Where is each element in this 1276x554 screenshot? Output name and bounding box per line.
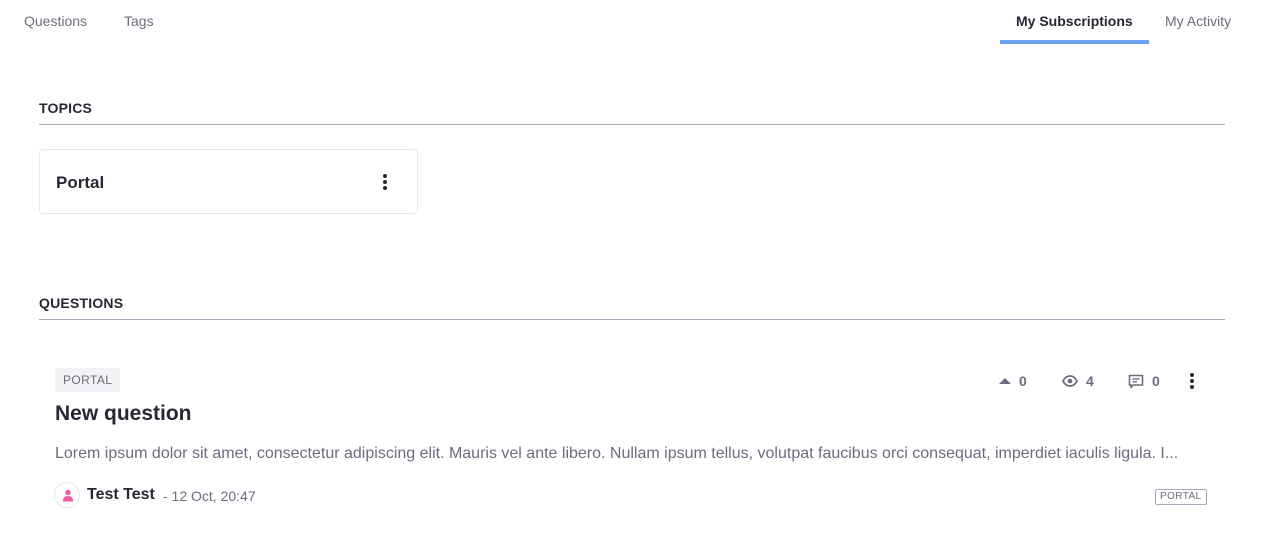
active-tab-indicator xyxy=(1000,40,1149,44)
topics-divider xyxy=(39,124,1225,125)
votes-stat[interactable]: 0 xyxy=(999,372,1027,390)
tab-questions[interactable]: Questions xyxy=(24,13,87,29)
topic-name: Portal xyxy=(56,173,105,192)
votes-count: 0 xyxy=(1019,373,1027,389)
answers-count: 0 xyxy=(1152,373,1160,389)
views-count: 4 xyxy=(1086,373,1094,389)
views-stat: 4 xyxy=(1062,372,1094,390)
user-icon xyxy=(62,489,74,502)
question-title[interactable]: New question xyxy=(55,402,192,426)
tab-tags[interactable]: Tags xyxy=(124,13,154,29)
question-footer-tag[interactable]: PORTAL xyxy=(1155,489,1207,505)
tab-my-subscriptions[interactable]: My Subscriptions xyxy=(1016,13,1133,29)
ellipsis-vertical-icon[interactable] xyxy=(1184,371,1200,391)
answers-stat: 0 xyxy=(1128,372,1160,390)
author-name[interactable]: Test Test xyxy=(87,486,155,504)
eye-icon xyxy=(1062,375,1078,387)
topics-section-title: TOPICS xyxy=(39,100,93,116)
avatar xyxy=(54,482,80,508)
question-stats: 0 4 0 xyxy=(0,372,1276,390)
message-icon xyxy=(1128,374,1144,388)
tab-my-activity[interactable]: My Activity xyxy=(1165,13,1231,29)
question-excerpt: Lorem ipsum dolor sit amet, consectetur … xyxy=(55,445,1179,462)
top-navigation: Questions Tags My Subscriptions My Activ… xyxy=(0,0,1276,44)
questions-divider xyxy=(39,319,1225,320)
ellipsis-vertical-icon[interactable] xyxy=(377,172,393,192)
questions-section-title: QUESTIONS xyxy=(39,295,124,311)
post-date: - 12 Oct, 20:47 xyxy=(163,488,256,504)
topic-card[interactable]: Portal xyxy=(39,149,418,214)
caret-up-icon xyxy=(999,378,1011,384)
